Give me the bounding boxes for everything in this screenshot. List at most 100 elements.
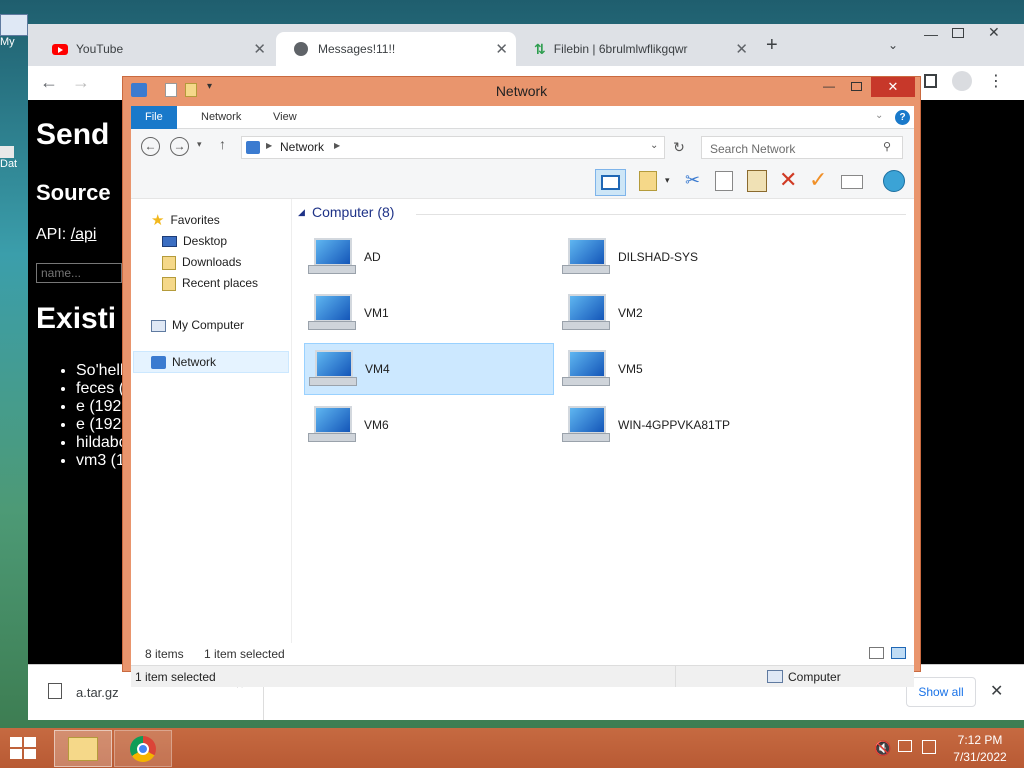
back-button[interactable]: ←	[141, 137, 160, 156]
archive-file-icon	[48, 683, 62, 699]
tab-view[interactable]: View	[259, 106, 311, 129]
avatar[interactable]	[952, 71, 972, 91]
breadcrumb[interactable]: Network	[280, 140, 324, 154]
nav-downloads[interactable]: Downloads	[162, 252, 241, 273]
computer-icon	[308, 291, 358, 335]
page-heading-existing: Existi	[36, 302, 117, 335]
preview-pane-button[interactable]	[595, 169, 626, 196]
tab-network[interactable]: Network	[187, 106, 255, 129]
search-input[interactable]: Search Network	[701, 136, 903, 159]
close-tab-icon[interactable]: ✕	[253, 40, 266, 58]
minimize-browser-button[interactable]: —	[924, 26, 938, 42]
close-browser-button[interactable]: ✕	[988, 24, 1000, 41]
sidebar-toggle-icon[interactable]	[924, 74, 937, 88]
copy-icon[interactable]	[715, 171, 733, 191]
desktop-icon	[162, 236, 177, 247]
computer-icon	[767, 670, 783, 683]
tab-messages[interactable]: Messages!11!! ✕	[276, 32, 516, 66]
computer-item-vm1[interactable]: VM1	[304, 287, 554, 339]
explorer-titlebar[interactable]: ▾ Network — ✕	[123, 77, 920, 105]
globe-icon[interactable]	[883, 170, 905, 192]
cut-icon[interactable]: ✂	[685, 170, 700, 191]
explorer-window: ▾ Network — ✕ File Network View ⌄ ? ← → …	[122, 76, 921, 687]
chrome-taskbar-button[interactable]	[114, 730, 172, 767]
status-selected: 1 item selected	[135, 670, 216, 684]
address-dropdown-icon[interactable]: ⌄	[650, 140, 658, 151]
nav-recent-places[interactable]: Recent places	[162, 273, 258, 294]
name-input[interactable]	[36, 263, 122, 283]
item-count: 8 items	[145, 647, 184, 661]
group-header[interactable]: Computer (8)	[312, 204, 394, 220]
large-icons-view-icon[interactable]	[891, 647, 906, 659]
computer-item-ad[interactable]: AD	[304, 231, 554, 283]
close-downloads-icon[interactable]: ✕	[990, 681, 1003, 701]
delete-icon[interactable]: ✕	[779, 167, 797, 193]
close-tab-icon[interactable]: ✕	[735, 40, 748, 58]
network-tray-icon[interactable]	[898, 740, 912, 752]
file-explorer-taskbar-button[interactable]	[54, 730, 112, 767]
back-arrow-icon[interactable]: ←	[40, 72, 58, 93]
tab-file[interactable]: File	[131, 106, 177, 129]
tab-search-chevron-icon[interactable]: ⌄	[888, 38, 898, 52]
download-filename: a.tar.gz	[76, 685, 119, 700]
computer-item-vm6[interactable]: VM6	[304, 399, 554, 451]
taskbar: 🔇 7:12 PM 7/31/2022	[0, 728, 1024, 768]
computer-item-vm2[interactable]: VM2	[558, 287, 808, 339]
navigation-pane: ★ Favorites Desktop Downloads Recent pla…	[131, 199, 291, 643]
file-icon	[0, 146, 14, 158]
computer-item-dilshad-sys[interactable]: DILSHAD-SYS	[558, 231, 808, 283]
list-item: vm3 (1	[76, 452, 128, 470]
rename-icon[interactable]	[841, 175, 863, 189]
close-tab-icon[interactable]: ✕	[495, 40, 508, 58]
nav-desktop[interactable]: Desktop	[162, 231, 227, 252]
speaker-muted-icon[interactable]: 🔇	[874, 740, 891, 757]
maximize-browser-button[interactable]	[952, 28, 964, 38]
nav-network[interactable]: Network	[133, 351, 289, 373]
maximize-button[interactable]	[851, 82, 862, 91]
computer-icon	[562, 291, 612, 335]
nav-favorites[interactable]: ★ Favorites	[151, 210, 220, 231]
properties-dropdown-icon[interactable]: ▾	[665, 175, 670, 186]
ribbon-expand-chevron-icon[interactable]: ⌄	[875, 110, 883, 121]
new-tab-button[interactable]: +	[766, 34, 778, 57]
breadcrumb-separator-icon[interactable]: ▶	[334, 141, 340, 150]
address-bar[interactable]: ▶ Network ▶ ⌄	[241, 136, 665, 159]
computer-name: VM5	[618, 362, 643, 376]
paste-icon[interactable]	[747, 170, 767, 192]
api-link[interactable]: /api	[71, 226, 97, 243]
desktop-icon-label: My	[0, 36, 15, 48]
computer-icon	[562, 347, 612, 391]
computer-item-vm5[interactable]: VM5	[558, 343, 808, 395]
collapse-group-icon[interactable]: ◢	[298, 207, 305, 218]
clock[interactable]: 7:12 PM 7/31/2022	[950, 733, 1010, 764]
checkmark-icon[interactable]: ✓	[809, 167, 827, 193]
nav-label: Desktop	[183, 234, 228, 248]
minimize-button[interactable]: —	[823, 79, 835, 93]
help-icon[interactable]: ?	[895, 110, 910, 125]
close-button[interactable]: ✕	[871, 77, 915, 97]
tab-filebin[interactable]: ⇅ Filebin | 6brulmlwflikgqwr ✕	[516, 32, 756, 66]
tab-label: Filebin | 6brulmlwflikgqwr	[553, 42, 688, 56]
menu-dots-icon[interactable]: ⋮	[988, 71, 1004, 91]
up-arrow-icon[interactable]: ↑	[219, 136, 226, 152]
tab-youtube[interactable]: YouTube ✕	[34, 32, 274, 66]
windows-start-button[interactable]	[10, 737, 36, 759]
nav-my-computer[interactable]: My Computer	[151, 315, 244, 336]
desktop-icon-data[interactable]: Dat	[0, 146, 28, 176]
nav-label: Downloads	[182, 255, 242, 269]
computer-icon	[308, 403, 358, 447]
ribbon-tabs: File Network View ⌄ ?	[131, 106, 914, 129]
computer-item-vm4[interactable]: VM4	[304, 343, 554, 395]
forward-button[interactable]: →	[170, 137, 189, 156]
chrome-icon	[130, 735, 156, 762]
show-all-button[interactable]: Show all	[906, 677, 976, 707]
refresh-icon[interactable]: ↻	[669, 136, 689, 159]
computer-item-win-4gppvka81tp[interactable]: WIN-4GPPVKA81TP	[558, 399, 808, 451]
computer-name: AD	[364, 250, 381, 264]
properties-icon[interactable]	[639, 171, 657, 191]
recent-locations-dropdown-icon[interactable]: ▾	[197, 139, 202, 150]
action-center-icon[interactable]	[922, 740, 936, 754]
details-view-icon[interactable]	[869, 647, 884, 659]
desktop-icon-my-computer[interactable]: My	[0, 12, 30, 58]
forward-arrow-icon[interactable]: →	[72, 72, 90, 93]
